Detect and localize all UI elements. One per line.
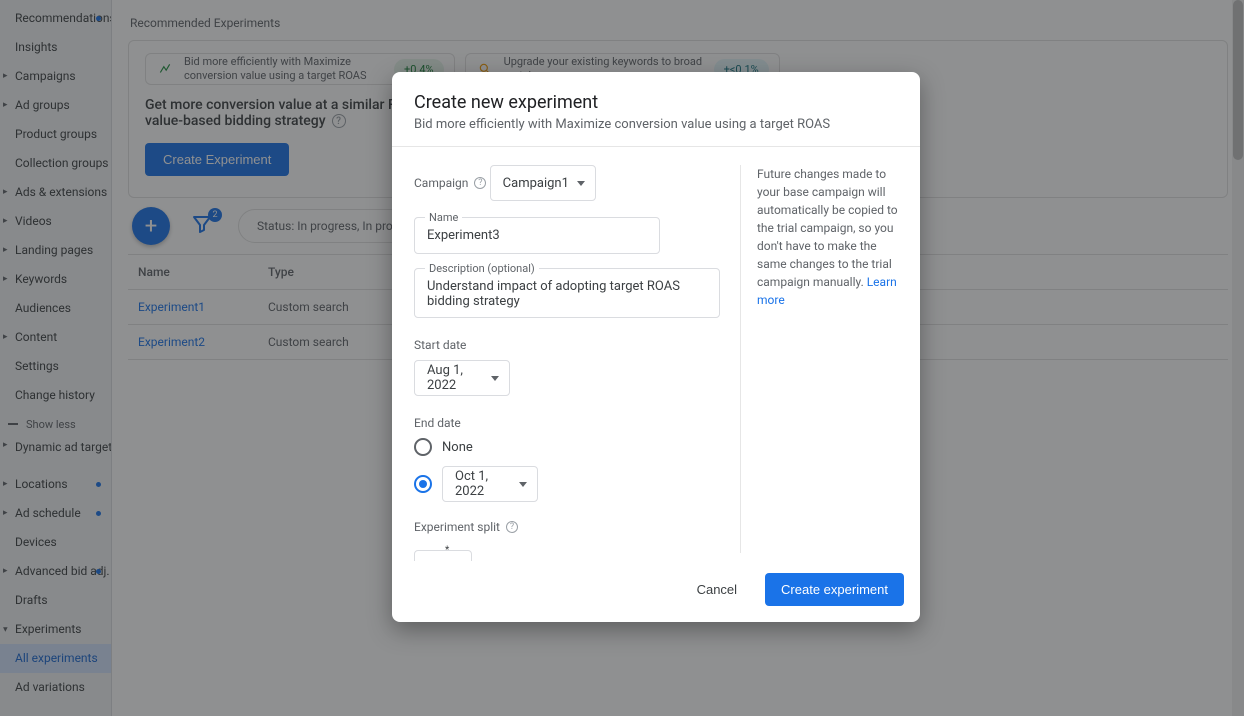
description-input[interactable]: Understand impact of adopting target ROA…: [415, 269, 719, 313]
end-date-value: Oct 1, 2022: [455, 469, 511, 499]
modal-footer: Cancel Create experiment: [392, 561, 920, 622]
create-experiment-modal: Create new experiment Bid more efficient…: [392, 72, 920, 622]
end-date-specific-radio[interactable]: [414, 475, 432, 493]
campaign-select[interactable]: Campaign1: [490, 165, 596, 201]
start-date-label: Start date: [414, 338, 720, 352]
end-date-label: End date: [414, 416, 720, 430]
split-label-row: Experiment split ?: [414, 520, 518, 534]
campaign-label: Campaign ?: [414, 176, 486, 190]
name-field: Name: [414, 217, 660, 254]
name-label: Name: [425, 211, 462, 224]
help-icon[interactable]: ?: [506, 521, 518, 533]
start-date-select[interactable]: Aug 1, 2022: [414, 360, 510, 396]
description-label: Description (optional): [425, 262, 539, 275]
chevron-down-icon: [577, 181, 585, 186]
split-field: [414, 550, 472, 561]
campaign-value: Campaign1: [503, 176, 569, 191]
end-date-none-label: None: [442, 440, 473, 455]
help-icon[interactable]: ?: [474, 177, 486, 189]
modal-title: Create new experiment: [414, 92, 898, 113]
end-date-select[interactable]: Oct 1, 2022: [442, 466, 538, 502]
chevron-down-icon: [519, 482, 527, 487]
create-experiment-submit-button[interactable]: Create experiment: [765, 573, 904, 606]
description-field: Description (optional) Understand impact…: [414, 268, 720, 318]
info-column: Future changes made to your base campaig…: [740, 165, 898, 553]
modal-subtitle: Bid more efficiently with Maximize conve…: [414, 117, 898, 132]
end-date-specific-row: Oct 1, 2022: [414, 466, 720, 502]
chevron-down-icon: [491, 376, 499, 381]
modal-header: Create new experiment Bid more efficient…: [392, 72, 920, 147]
split-input[interactable]: [415, 553, 471, 561]
split-label: Experiment split: [414, 520, 500, 534]
start-date-value: Aug 1, 2022: [427, 363, 483, 393]
cancel-button[interactable]: Cancel: [683, 573, 751, 606]
end-date-none-row: None: [414, 438, 720, 456]
info-text: Future changes made to your base campaig…: [757, 167, 898, 289]
form-column: Campaign ? Campaign1 Name Description (o…: [414, 165, 720, 553]
end-date-none-radio[interactable]: [414, 438, 432, 456]
modal-body: Campaign ? Campaign1 Name Description (o…: [392, 147, 920, 561]
